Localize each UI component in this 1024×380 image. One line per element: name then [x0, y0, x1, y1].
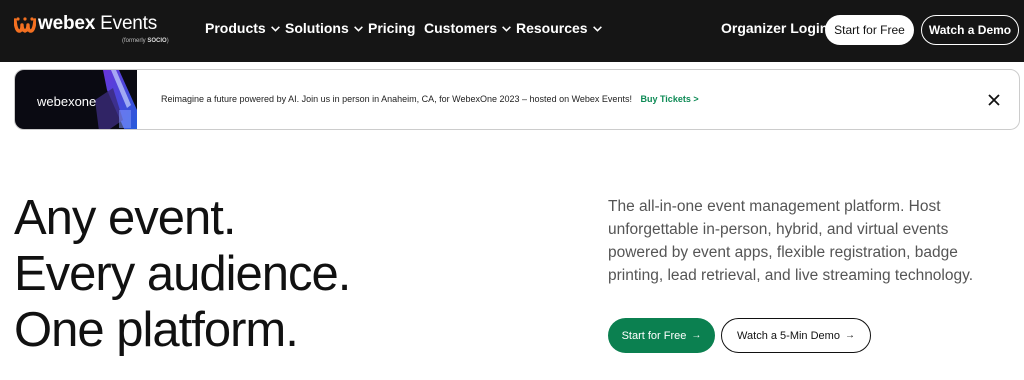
nav-solutions-label: Solutions: [285, 20, 349, 36]
close-icon[interactable]: [987, 93, 1001, 107]
watch-button-label: Watch a 5-Min Demo: [737, 329, 840, 342]
nav-pricing-label: Pricing: [368, 20, 416, 36]
hero-description: The all-in-one event management platform…: [608, 198, 974, 284]
nav-solutions[interactable]: Solutions: [285, 20, 364, 36]
arrow-right-icon: →: [691, 330, 702, 341]
hero-headline: Any event. Every audience. One platform.: [14, 190, 351, 358]
start-for-free-button[interactable]: Start for Free: [825, 15, 914, 45]
watch-demo-button[interactable]: Watch a Demo: [921, 15, 1019, 45]
headline-line: One platform.: [14, 303, 299, 357]
banner-message-text: Reimagine a future powered by AI. Join u…: [161, 94, 632, 104]
hero-start-for-free-button[interactable]: Start for Free →: [608, 318, 715, 353]
hero-watch-demo-button[interactable]: Watch a 5-Min Demo →: [721, 318, 871, 353]
start-button-label: Start for Free: [621, 329, 687, 342]
logo-wordmark: webex Events: [38, 13, 158, 34]
banner-message: Reimagine a future powered by AI. Join u…: [161, 94, 699, 104]
nav-pricing[interactable]: Pricing: [368, 20, 415, 36]
buy-tickets-link[interactable]: Buy Tickets >: [640, 94, 698, 104]
nav-resources[interactable]: Resources: [516, 20, 603, 36]
announcement-banner: webexone Reimagine a future powered by A…: [14, 69, 1020, 130]
arrow-right-icon: →: [844, 330, 855, 341]
webexone-promo-image[interactable]: webexone: [15, 70, 137, 129]
organizer-login-link[interactable]: Organizer Login: [721, 20, 828, 36]
webexone-brand: webexone: [37, 94, 97, 109]
chevron-down-icon: [353, 25, 363, 32]
chevron-down-icon: [270, 25, 280, 32]
top-navigation: webex Events (formerly SOCIO) Products S…: [0, 0, 1024, 62]
nav-customers[interactable]: Customers: [424, 20, 512, 36]
webex-logo-icon: [14, 17, 36, 33]
nav-resources-label: Resources: [516, 20, 588, 36]
nav-products-label: Products: [205, 20, 266, 36]
nav-customers-label: Customers: [424, 20, 498, 36]
nav-products[interactable]: Products: [205, 20, 281, 36]
chevron-down-icon: [592, 25, 602, 32]
chevron-down-icon: [502, 25, 512, 32]
logo-formerly-socio: (formerly SOCIO): [122, 38, 169, 44]
headline-line: Any event.: [14, 191, 237, 245]
headline-line: Every audience.: [14, 247, 351, 301]
